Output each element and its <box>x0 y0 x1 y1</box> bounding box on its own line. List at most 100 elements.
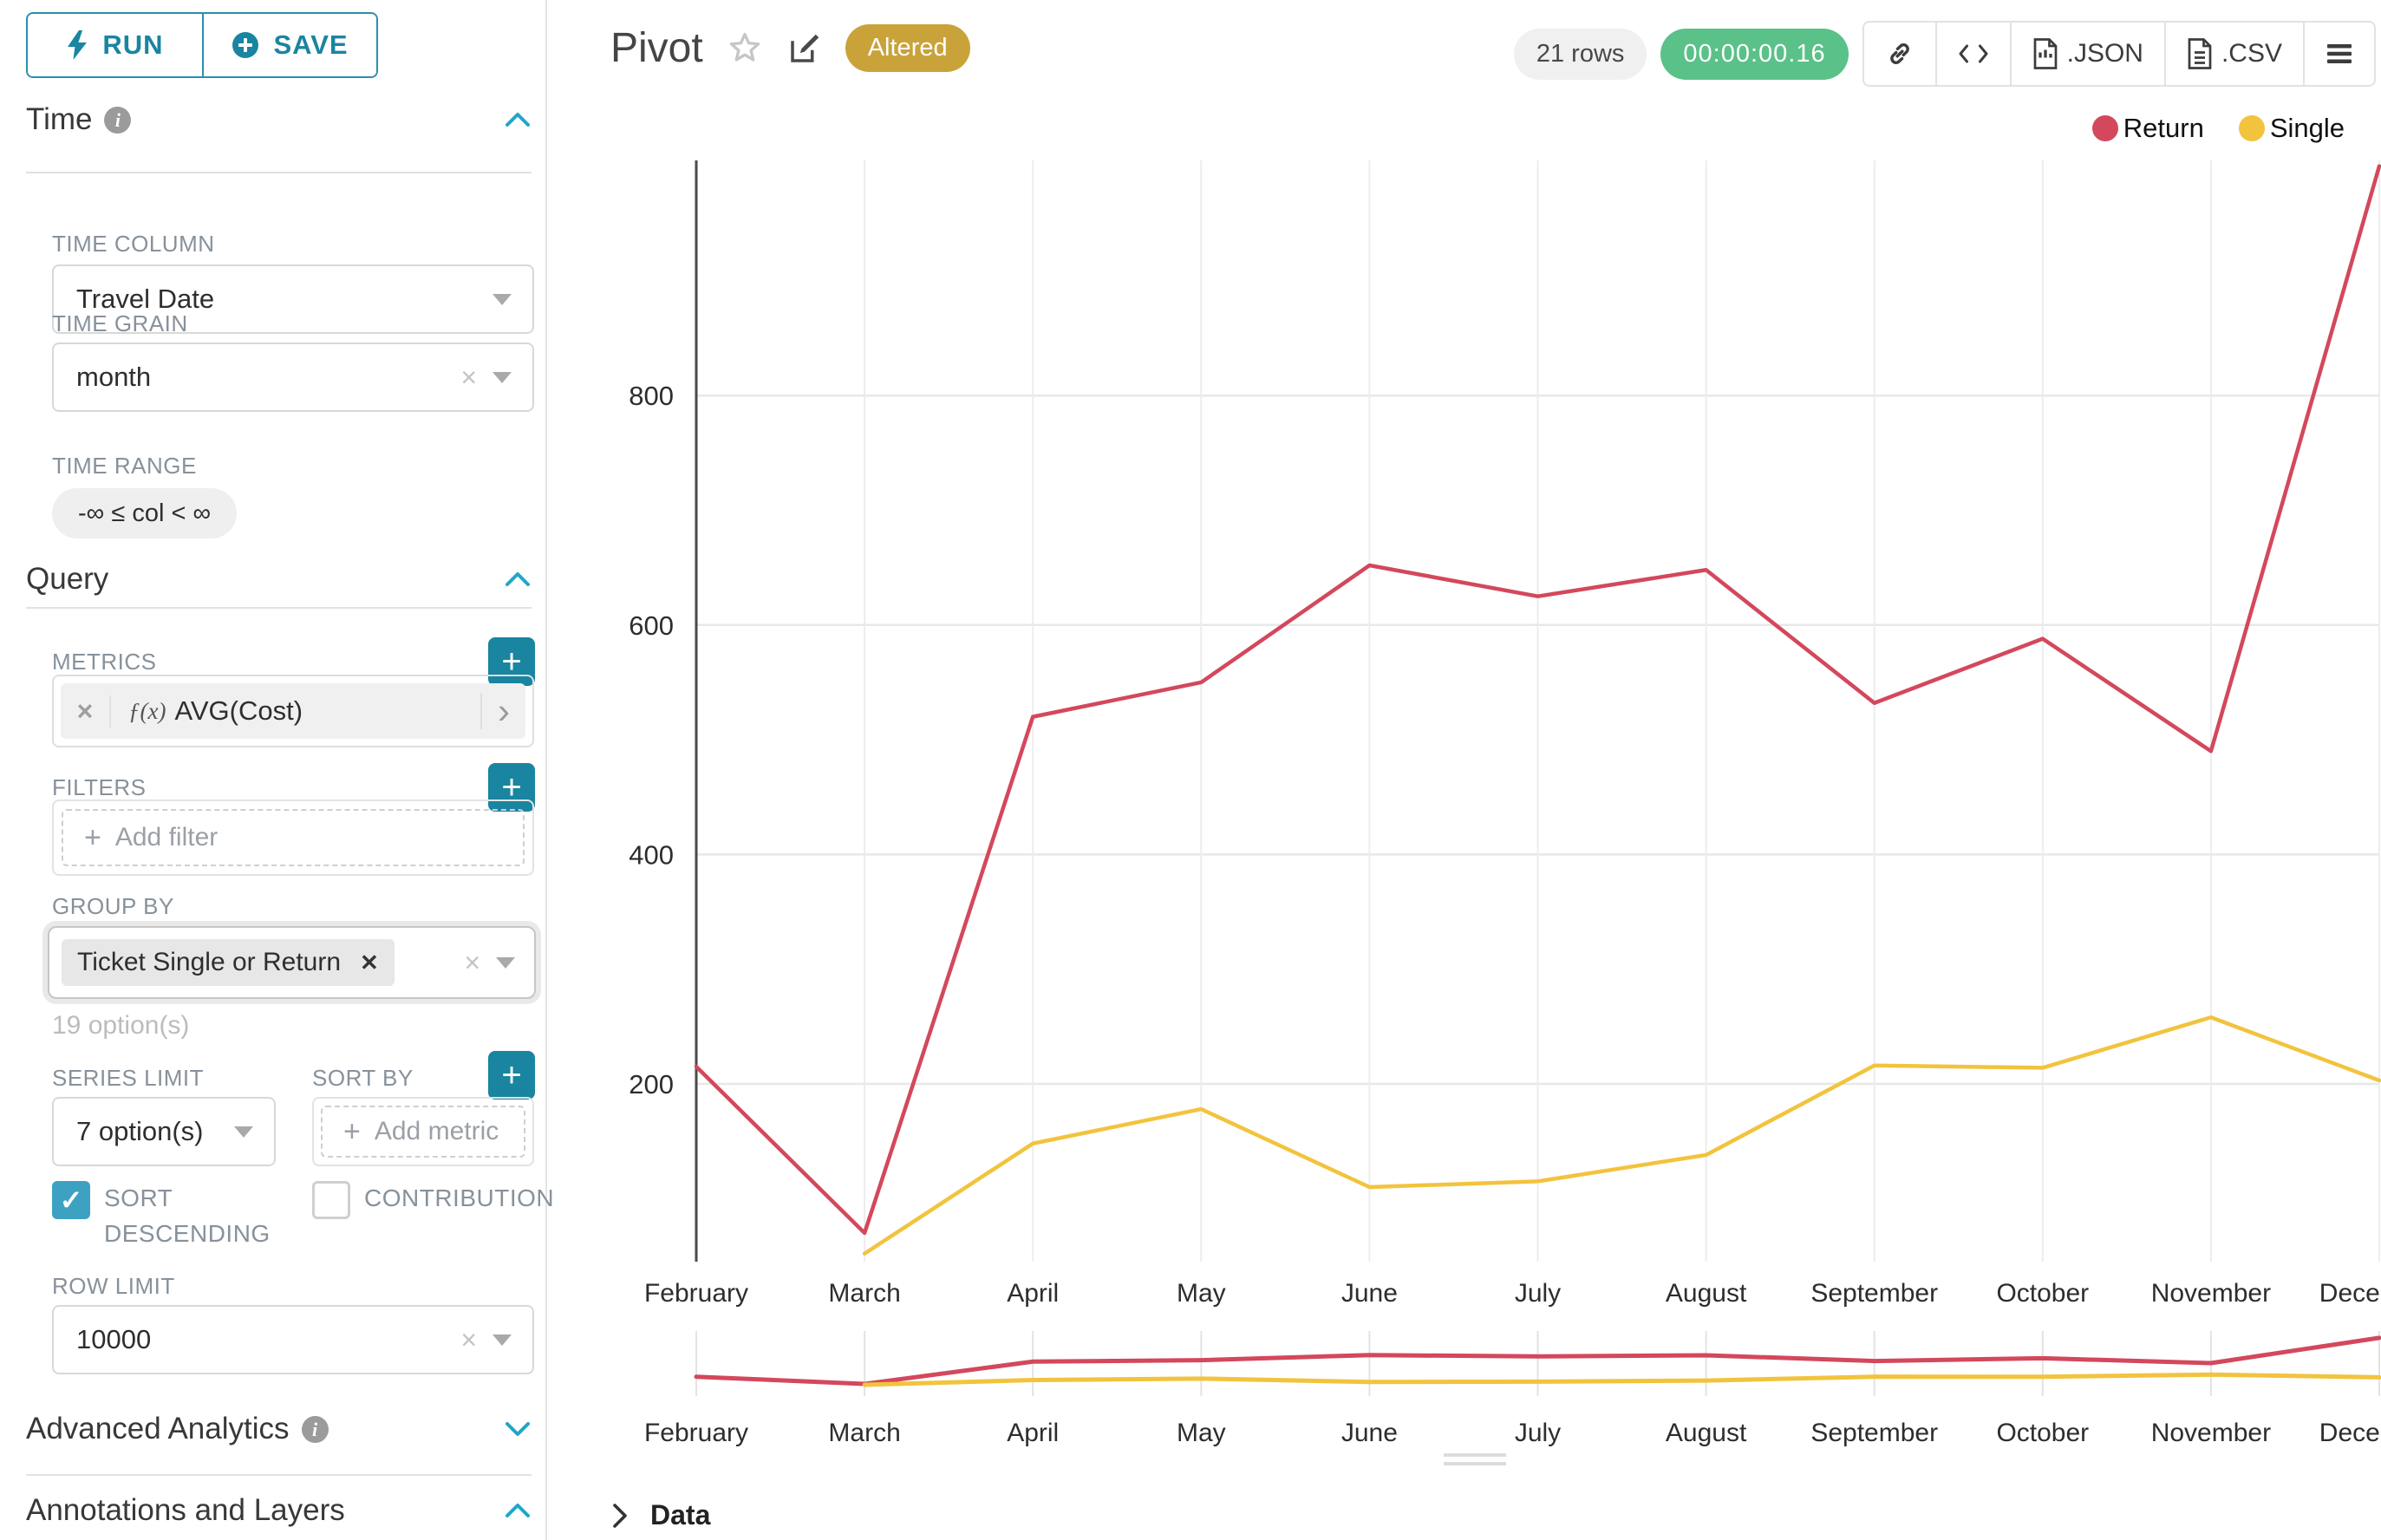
svg-text:April: April <box>1007 1279 1059 1308</box>
info-icon: i <box>104 107 131 134</box>
svg-text:May: May <box>1177 1419 1226 1447</box>
run-button-label: RUN <box>102 29 163 61</box>
svg-text:February: February <box>644 1279 748 1308</box>
svg-text:August: August <box>1666 1279 1747 1308</box>
line-chart[interactable]: 200400600800FebruaryMarchAprilMayJuneJul… <box>549 87 2381 1474</box>
remove-metric-icon[interactable]: × <box>61 695 111 728</box>
divider <box>26 172 532 173</box>
time-grain-value: month <box>76 362 151 393</box>
run-button[interactable]: RUN <box>28 14 202 76</box>
clear-icon[interactable]: × <box>460 1324 477 1356</box>
annotations-header[interactable]: Annotations and Layers <box>26 1493 532 1528</box>
svg-text:December: December <box>2319 1279 2381 1308</box>
caret-down-icon <box>234 1126 253 1138</box>
function-icon: ƒ(x) <box>128 698 166 725</box>
resize-handle[interactable] <box>1444 1453 1506 1471</box>
chart-menu-button[interactable] <box>2303 23 2374 85</box>
lightning-icon <box>66 30 88 60</box>
series-limit-value: 7 option(s) <box>76 1116 203 1147</box>
clear-icon[interactable]: × <box>464 947 480 979</box>
export-csv-label: .CSV <box>2221 39 2282 69</box>
share-link-button[interactable] <box>1864 23 1935 85</box>
time-section-title: Time <box>26 102 92 137</box>
chevron-down-icon[interactable] <box>504 1420 532 1438</box>
contribution-control[interactable]: CONTRIBUTION <box>312 1181 554 1219</box>
chevron-up-icon[interactable] <box>504 571 532 588</box>
chevron-up-icon[interactable] <box>504 1502 532 1519</box>
query-timer-badge: 00:00:00.16 <box>1660 29 1848 80</box>
time-section-header[interactable]: Time i <box>26 102 532 137</box>
svg-text:200: 200 <box>629 1069 674 1100</box>
series-limit-select[interactable]: 7 option(s) <box>52 1097 276 1166</box>
group-by-tag[interactable]: Ticket Single or Return ✕ <box>62 939 395 986</box>
add-sort-metric-button[interactable]: + <box>488 1051 535 1100</box>
query-section-header[interactable]: Query <box>26 562 532 597</box>
sort-by-box: + Add metric <box>312 1097 534 1166</box>
add-metric-placeholder: Add metric <box>375 1117 499 1146</box>
star-icon[interactable] <box>726 29 764 68</box>
contribution-checkbox[interactable] <box>312 1181 350 1219</box>
divider <box>26 1474 532 1476</box>
time-range-pill[interactable]: -∞ ≤ col < ∞ <box>52 488 237 538</box>
group-by-tag-label: Ticket Single or Return <box>77 948 341 977</box>
divider <box>26 607 532 609</box>
export-csv-button[interactable]: .CSV <box>2164 23 2303 85</box>
row-limit-select[interactable]: 10000 × <box>52 1305 534 1374</box>
add-filter-placeholder: Add filter <box>115 823 218 852</box>
data-panel-toggle[interactable]: Data <box>610 1499 710 1531</box>
svg-text:October: October <box>1996 1279 2089 1308</box>
chart-area: Pivot Altered 21 rows 00:00:00.16 .JSON <box>549 0 2381 1540</box>
info-icon: i <box>302 1416 329 1443</box>
metric-box: × ƒ(x) AVG(Cost) › <box>52 675 534 747</box>
svg-text:February: February <box>644 1419 748 1447</box>
advanced-analytics-title: Advanced Analytics <box>26 1412 290 1446</box>
svg-text:December: December <box>2319 1419 2381 1447</box>
time-column-label: TIME COLUMN <box>52 231 215 258</box>
time-grain-select[interactable]: month × <box>52 343 534 412</box>
svg-text:June: June <box>1341 1419 1398 1447</box>
svg-text:March: March <box>828 1279 900 1308</box>
annotations-title: Annotations and Layers <box>26 1493 345 1528</box>
row-limit-label: ROW LIMIT <box>52 1273 175 1300</box>
sort-descending-checkbox[interactable]: ✓ <box>52 1181 90 1219</box>
svg-text:April: April <box>1007 1419 1059 1447</box>
svg-text:800: 800 <box>629 381 674 411</box>
metric-chip[interactable]: × ƒ(x) AVG(Cost) › <box>61 683 525 739</box>
add-filter-dropzone[interactable]: + Add filter <box>62 809 525 866</box>
svg-text:July: July <box>1515 1279 1561 1308</box>
edit-icon[interactable] <box>786 30 823 67</box>
svg-text:400: 400 <box>629 839 674 870</box>
group-by-label: GROUP BY <box>52 893 174 920</box>
sort-descending-control[interactable]: ✓ SORT DESCENDING <box>52 1181 286 1251</box>
plus-icon: + <box>84 821 101 855</box>
plus-icon: + <box>343 1115 361 1149</box>
altered-badge[interactable]: Altered <box>845 24 970 72</box>
row-count-badge: 21 rows <box>1514 29 1647 80</box>
remove-tag-icon[interactable]: ✕ <box>360 949 379 976</box>
save-button[interactable]: SAVE <box>202 14 376 76</box>
chevron-right-icon[interactable]: › <box>480 693 525 729</box>
clear-icon[interactable]: × <box>460 362 477 394</box>
chevron-up-icon[interactable] <box>504 111 532 128</box>
svg-text:July: July <box>1515 1419 1561 1447</box>
svg-text:March: March <box>828 1419 900 1447</box>
export-json-button[interactable]: .JSON <box>2010 23 2164 85</box>
series-limit-label: SERIES LIMIT <box>52 1065 204 1092</box>
chart-header: Pivot Altered 21 rows 00:00:00.16 .JSON <box>549 0 2381 95</box>
add-sort-metric-dropzone[interactable]: + Add metric <box>321 1106 525 1158</box>
link-icon <box>1885 39 1915 69</box>
svg-text:November: November <box>2151 1419 2271 1447</box>
save-button-label: SAVE <box>273 29 348 61</box>
svg-text:October: October <box>1996 1419 2089 1447</box>
group-by-select[interactable]: Ticket Single or Return ✕ × <box>48 926 536 999</box>
caret-down-icon <box>493 294 512 305</box>
run-save-button-group: RUN SAVE <box>26 12 378 78</box>
metric-name: AVG(Cost) <box>174 695 303 727</box>
time-range-label: TIME RANGE <box>52 453 197 480</box>
metrics-label: METRICS <box>52 649 157 675</box>
advanced-analytics-header[interactable]: Advanced Analytics i <box>26 1412 532 1446</box>
json-file-icon <box>2032 38 2058 69</box>
sort-descending-label: SORT DESCENDING <box>104 1181 286 1251</box>
data-panel-label: Data <box>650 1499 710 1531</box>
view-query-button[interactable] <box>1935 23 2010 85</box>
